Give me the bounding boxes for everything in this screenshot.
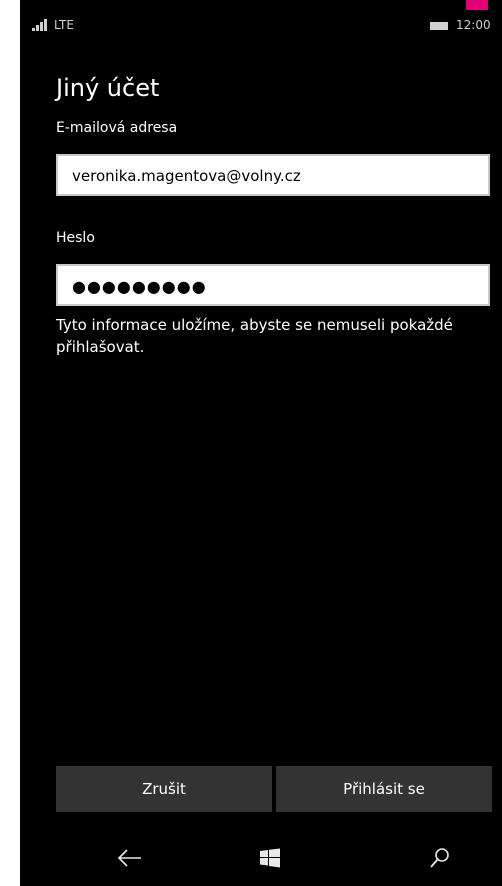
- email-field[interactable]: [56, 154, 490, 196]
- back-arrow-icon: [117, 849, 141, 867]
- clock: 12:00: [456, 18, 491, 32]
- carrier-accent: [466, 0, 488, 10]
- search-icon: [430, 848, 449, 868]
- search-button[interactable]: [420, 838, 460, 878]
- back-button[interactable]: [110, 838, 150, 878]
- email-input[interactable]: [72, 164, 472, 188]
- network-type: LTE: [54, 18, 74, 32]
- password-label: Heslo: [56, 230, 95, 246]
- phone-screen: LTE 12:00 Jiný účet E-mailová adresa Hes…: [20, 0, 502, 886]
- home-button[interactable]: [250, 838, 290, 878]
- navigation-bar: [20, 826, 502, 886]
- password-input[interactable]: [72, 274, 472, 298]
- signal-icon: [32, 19, 47, 31]
- battery-icon: [430, 22, 448, 30]
- page-title: Jiný účet: [56, 74, 160, 102]
- cancel-button[interactable]: Zrušit: [56, 766, 272, 812]
- windows-icon: [260, 848, 280, 868]
- status-bar: LTE 12:00: [20, 16, 502, 36]
- info-text: Tyto informace uložíme, abyste se nemuse…: [56, 316, 453, 356]
- email-label: E-mailová adresa: [56, 120, 178, 136]
- password-field[interactable]: [56, 264, 490, 306]
- sign-in-button[interactable]: Přihlásit se: [276, 766, 492, 812]
